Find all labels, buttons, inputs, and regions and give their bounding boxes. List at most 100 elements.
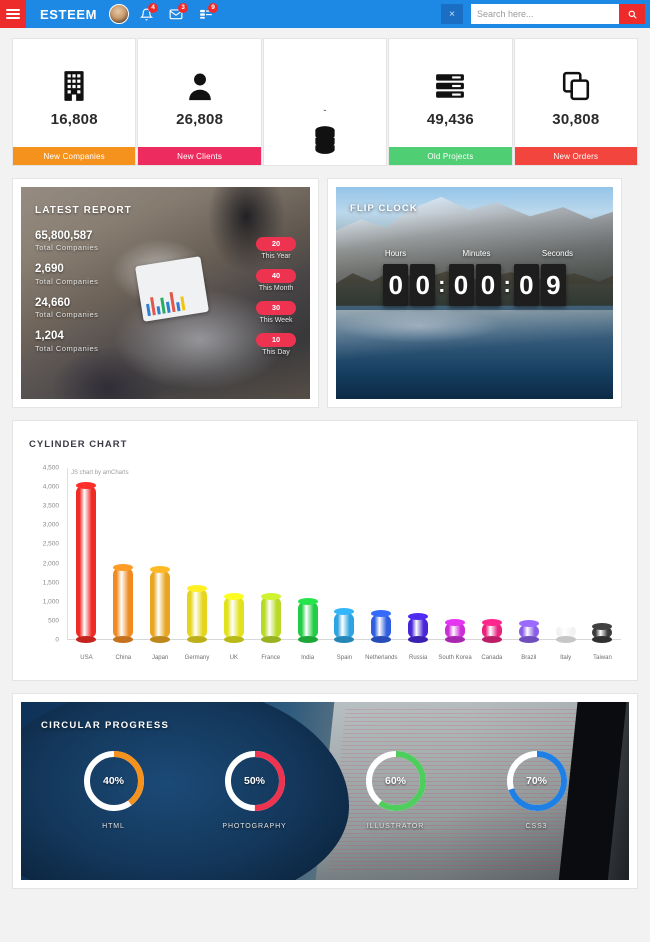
minutes-digit: 0: [448, 264, 474, 306]
chart-bar[interactable]: [371, 610, 392, 643]
chart-bar-column[interactable]: Italy: [547, 468, 584, 661]
chart-bar[interactable]: [187, 584, 207, 643]
chart-bar-top: [187, 584, 207, 592]
stat-card-new-clients[interactable]: 26,808 New Clients: [137, 38, 262, 166]
user-icon: [187, 67, 213, 105]
stat-card-new-companies[interactable]: 16,808 New Companies: [12, 38, 137, 166]
report-badge-label: This Day: [262, 349, 290, 356]
building-icon: [61, 67, 87, 105]
chart-bar-column[interactable]: Netherlands: [363, 468, 400, 661]
brand-logo[interactable]: ESTEEM: [26, 7, 109, 22]
flip-clock-panel: FLIP CLOCK Hours Minutes Seconds 0 0 : 0…: [327, 178, 622, 408]
chart-bar[interactable]: [76, 481, 97, 643]
cylinder-chart-title: CYLINDER CHART: [29, 439, 128, 450]
tasks-badge: 9: [208, 3, 219, 13]
circular-progress-list: 40% HTML 50% PHOTOGRAPHY 60% ILLUSTRATOR 70% CS…: [21, 748, 629, 830]
progress-label: HTML: [102, 823, 125, 830]
x-axis-label: UK: [229, 655, 239, 661]
search-submit-button[interactable]: [619, 4, 645, 24]
chart-bar-column[interactable]: Taiwan: [584, 468, 621, 661]
chart-bar-column[interactable]: France: [252, 468, 289, 661]
chart-bar-column[interactable]: China: [105, 468, 142, 661]
progress-label: PHOTOGRAPHY: [222, 823, 287, 830]
top-navbar: ESTEEM 4 3 9 ×: [0, 0, 650, 28]
chart-bar[interactable]: [297, 597, 318, 643]
chart-bar[interactable]: [113, 563, 134, 643]
flip-clock-title: FLIP CLOCK: [350, 203, 418, 214]
hours-label: Hours: [384, 249, 407, 258]
circular-progress-item[interactable]: 60% ILLUSTRATOR: [363, 748, 429, 830]
chart-bar-top: [371, 610, 392, 618]
tasks-button[interactable]: 9: [191, 0, 221, 28]
chart-bar-top: [408, 613, 429, 621]
chart-bar[interactable]: [445, 618, 466, 643]
x-axis-label: USA: [80, 655, 93, 661]
chart-bar-column[interactable]: South Korea: [437, 468, 474, 661]
chart-bar-column[interactable]: Germany: [179, 468, 216, 661]
progress-label: CSS3: [525, 823, 548, 830]
circular-progress-item[interactable]: 50% PHOTOGRAPHY: [222, 748, 288, 830]
chart-bar[interactable]: [481, 618, 502, 643]
chart-bar[interactable]: [260, 592, 281, 643]
chart-bar-column[interactable]: Canada: [473, 468, 510, 661]
chart-bar-column[interactable]: Russia: [400, 468, 437, 661]
report-badge-item: 10 This Day: [256, 333, 296, 356]
hamburger-menu-button[interactable]: [0, 0, 26, 28]
latest-report-title: LATEST REPORT: [35, 205, 132, 216]
chart-bar-top: [297, 597, 318, 605]
chart-bar[interactable]: [223, 592, 244, 643]
chart-bar-column[interactable]: USA: [68, 468, 105, 661]
hamburger-icon-bar: [6, 9, 20, 11]
chart-bar-top: [260, 592, 281, 600]
chart-bar-column[interactable]: Brazil: [510, 468, 547, 661]
progress-ring: 60%: [363, 748, 429, 814]
y-axis-tick: 1,500: [42, 579, 59, 587]
chart-bar[interactable]: [592, 622, 613, 643]
stat-value: 30,808: [552, 111, 600, 128]
stat-label: New Clients: [138, 147, 261, 165]
chart-bar[interactable]: [334, 608, 355, 643]
stat-label: New Orders: [514, 147, 638, 165]
circular-progress-item[interactable]: 70% CSS3: [504, 748, 570, 830]
database-icon: [312, 121, 338, 159]
stat-value: 26,808: [176, 111, 224, 128]
stat-label: New Companies: [13, 147, 136, 165]
chart-bar[interactable]: [555, 620, 576, 643]
stat-card-new-orders[interactable]: 30,808 New Orders: [513, 38, 639, 166]
latest-report-panel: LATEST REPORT 65,800,587 Total Companies…: [12, 178, 319, 408]
progress-label: ILLUSTRATOR: [366, 823, 425, 830]
y-axis-tick: 0: [55, 636, 59, 644]
search-input[interactable]: [471, 4, 619, 24]
report-badge-value: 10: [256, 333, 296, 347]
chart-bar-column[interactable]: India: [289, 468, 326, 661]
close-search-button[interactable]: ×: [441, 4, 463, 24]
circular-progress-item[interactable]: 40% HTML: [81, 748, 147, 830]
avatar[interactable]: [109, 4, 130, 24]
copy-icon: [562, 67, 590, 105]
x-axis-label: France: [261, 655, 281, 661]
stat-label: Old Projects: [389, 147, 512, 165]
x-axis-label: China: [115, 655, 132, 661]
chart-bar[interactable]: [518, 620, 539, 643]
x-axis-label: Germany: [184, 655, 210, 661]
chart-bar[interactable]: [408, 613, 429, 643]
x-axis-label: Russia: [408, 655, 428, 661]
chart-bar-column[interactable]: UK: [215, 468, 252, 661]
notifications-button[interactable]: 4: [131, 0, 161, 28]
chart-bar-bottom: [187, 635, 207, 643]
chart-bar-column[interactable]: Spain: [326, 468, 363, 661]
chart-bar-column[interactable]: Japan: [142, 468, 179, 661]
y-axis-tick: 1,000: [42, 598, 59, 606]
stat-card-animating[interactable]: -: [262, 38, 388, 166]
stat-card-old-projects[interactable]: 49,436 Old Projects: [388, 38, 513, 166]
hours-digit: 0: [383, 264, 409, 306]
y-axis-tick: 2,500: [42, 540, 59, 548]
messages-button[interactable]: 3: [161, 0, 191, 28]
chart-bar-bottom: [260, 635, 281, 643]
chart-bar[interactable]: [150, 566, 171, 643]
chart-bar-top: [518, 620, 539, 628]
chart-bar-bottom: [445, 635, 466, 643]
x-axis-label: Japan: [151, 655, 169, 661]
chart-bar-bottom: [408, 635, 429, 643]
minutes-label: Minutes: [462, 249, 491, 258]
